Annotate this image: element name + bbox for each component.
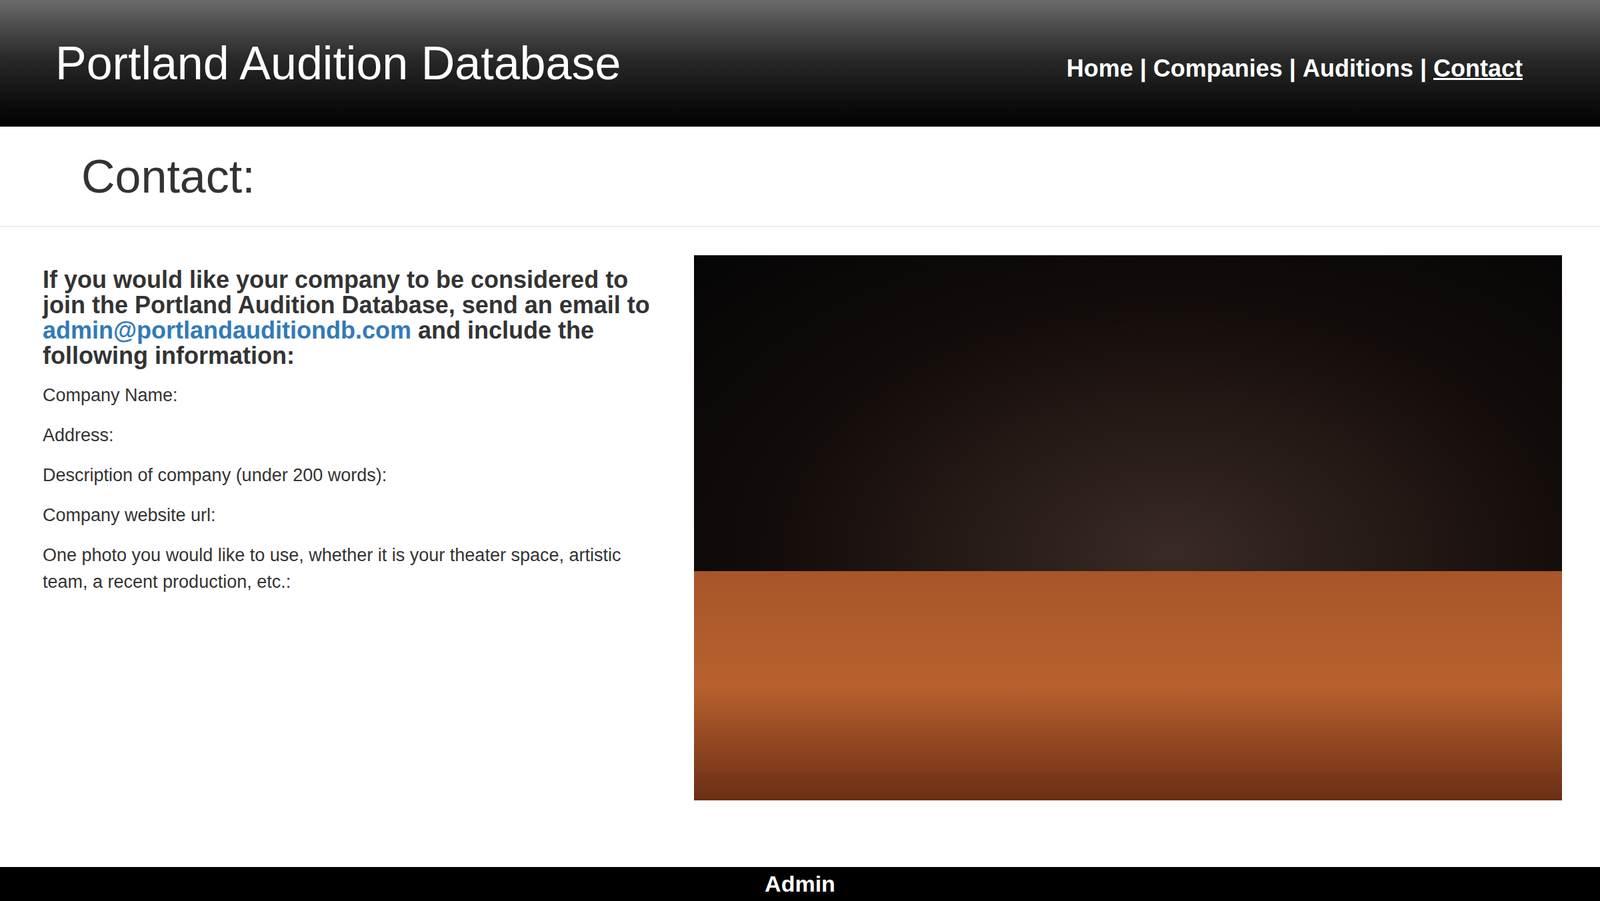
stage-floor	[694, 571, 1562, 801]
page: Portland Audition DatabaseHome|Companies…	[0, 0, 1600, 901]
nav-separator: |	[1420, 54, 1427, 83]
nav-link[interactable]: Auditions	[1302, 54, 1414, 83]
intro-text: If you would like your company to be con…	[42, 267, 670, 369]
contact-info: If you would like your company to be con…	[42, 255, 670, 609]
field-label: Description of company (under 200 words)…	[42, 462, 670, 489]
site-title[interactable]: Portland Audition Database	[55, 35, 621, 92]
email-link[interactable]: admin@portlandauditiondb.com	[42, 316, 412, 344]
nav-link[interactable]: Home	[1066, 54, 1134, 83]
nav-separator: |	[1289, 54, 1296, 83]
field-label: Company Name:	[42, 382, 670, 409]
nav-link[interactable]: Contact	[1433, 54, 1523, 83]
nav: Home|Companies|Auditions|Contact	[1066, 54, 1523, 83]
page-heading: Contact:	[81, 148, 256, 205]
header: Portland Audition DatabaseHome|Companies…	[0, 0, 1600, 127]
page-heading-bar: Contact:	[0, 126, 1600, 227]
nav-link[interactable]: Companies	[1153, 54, 1283, 83]
production-photo	[694, 255, 1562, 801]
field-label: Address:	[42, 422, 670, 449]
content: If you would like your company to be con…	[0, 226, 1600, 868]
admin-link[interactable]: Admin	[764, 871, 836, 898]
field-label: Company website url:	[42, 502, 670, 529]
nav-separator: |	[1140, 54, 1147, 83]
footer: Admin	[0, 867, 1600, 901]
field-label: One photo you would like to use, whether…	[42, 542, 670, 596]
